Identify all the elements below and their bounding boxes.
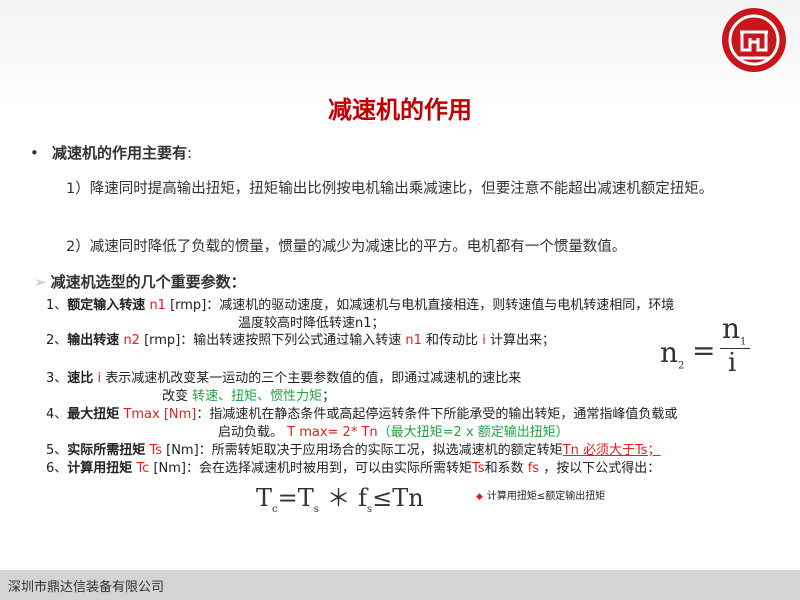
page-title: 减速机的作用 (328, 96, 472, 124)
param-item-3: 3、速比 i 表示减速机改变某一运动的三个主要参数值的值，即通过减速机的速比来 (46, 371, 522, 386)
param-item-6: 6、计算用扭矩 Tc [Nm]：会在选择减速机时被用到，可以由实际所需转矩Ts和… (46, 461, 661, 476)
param-name: 最大扭矩 (67, 407, 120, 422)
section-title: ➢ 减速机选型的几个重要参数： (34, 273, 246, 291)
param-item-1-cont: 温度较高时降低转速n1； (238, 316, 385, 331)
intro-bullet: • 减速机的作用主要有: (30, 144, 193, 162)
paragraph-1: 1）降速同时提高输出扭矩，扭矩输出比例按电机输出乘减速比，但要注意不能超出减速机… (66, 181, 714, 197)
torque-formula: Tc=Ts ＊ fs≤Tn (256, 484, 424, 515)
bullet-text: 减速机的作用主要有 (52, 144, 188, 162)
footer-bar: 深圳市鼎达信装备有限公司 (0, 570, 800, 600)
bullet-dot: • (30, 144, 39, 162)
param-name: 速比 (67, 371, 94, 386)
param-name: 输出转速 (67, 333, 120, 348)
param-item-1: 1、额定输入转速 n1 [rmp]：减速机的驱动速度，如减速机与电机直接相连，则… (46, 298, 675, 313)
company-logo-icon (722, 8, 786, 72)
paragraph-2: 2）减速同时降低了负载的惯量，惯量的减少为减速比的平方。电机都有一个惯量数值。 (66, 239, 627, 255)
param-item-5: 5、实际所需扭矩 Ts [Nm]：所需转矩取决于应用场合的实际工况，拟选减速机的… (46, 443, 661, 458)
diamond-bullet-icon: ◆ (476, 492, 483, 502)
param-name: 计算用扭矩 (67, 461, 133, 476)
param-item-4-cont: 启动负载。 T max= 2* Tn（最大扭矩=2 x 额定输出扭矩） (218, 425, 569, 440)
output-speed-formula: n2 = n1 i (658, 312, 778, 378)
param-name: 额定输入转速 (67, 298, 146, 313)
param-item-3-cont: 改变 转速、扭矩、惯性力矩； (162, 389, 336, 404)
param-item-4: 4、最大扭矩 Tmax [Nm]：指减速机在静态条件或高起停运转条件下所能承受的… (46, 407, 678, 422)
arrow-bullet-icon: ➢ (34, 273, 47, 291)
formula-note: ◆ 计算用扭矩≤额定输出扭矩 (476, 491, 606, 502)
footer-company-name: 深圳市鼎达信装备有限公司 (8, 580, 165, 595)
param-item-2: 2、输出转速 n2 [rmp]：输出转速按照下列公式通过输入转速 n1 和传动比… (46, 333, 555, 348)
param-name: 实际所需扭矩 (67, 443, 146, 458)
